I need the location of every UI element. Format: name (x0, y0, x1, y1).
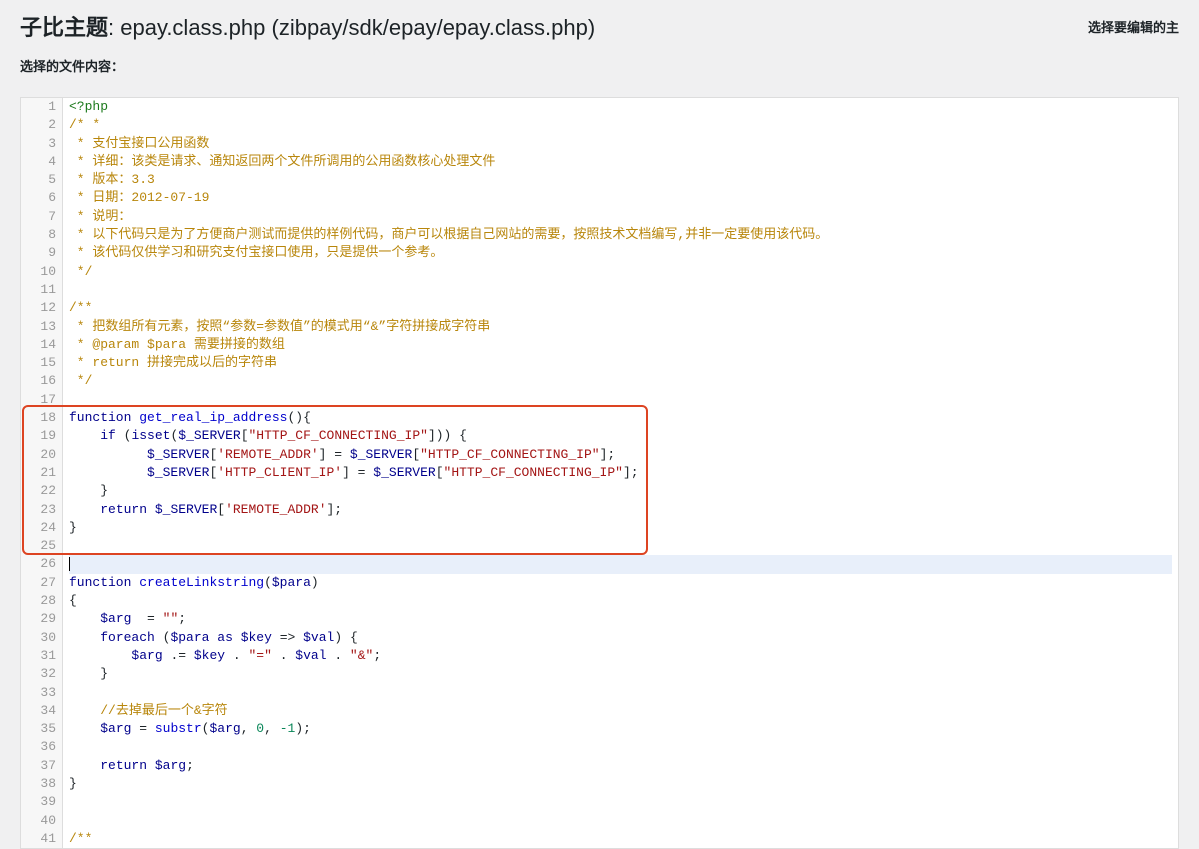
code-line[interactable]: <?php (69, 98, 1172, 116)
code-line[interactable] (69, 793, 1172, 811)
code-line[interactable]: $_SERVER['REMOTE_ADDR'] = $_SERVER["HTTP… (69, 446, 1172, 464)
code-line[interactable]: */ (69, 372, 1172, 390)
code-line[interactable]: * return 拼接完成以后的字符串 (69, 354, 1172, 372)
code-line[interactable] (69, 555, 1172, 573)
code-line[interactable]: $arg .= $key . "=" . $val . "&"; (69, 647, 1172, 665)
select-theme-label: 选择要编辑的主 (1088, 17, 1179, 36)
line-number: 15 (21, 354, 62, 372)
line-number: 26 (21, 555, 62, 573)
code-line[interactable]: $arg = substr($arg, 0, -1); (69, 720, 1172, 738)
line-number: 17 (21, 391, 62, 409)
line-number: 5 (21, 171, 62, 189)
line-number: 24 (21, 519, 62, 537)
code-line[interactable]: function get_real_ip_address(){ (69, 409, 1172, 427)
line-number: 18 (21, 409, 62, 427)
line-number: 22 (21, 482, 62, 500)
code-line[interactable]: * @param $para 需要拼接的数组 (69, 336, 1172, 354)
line-number: 12 (21, 299, 62, 317)
line-number: 34 (21, 702, 62, 720)
text-cursor (69, 557, 70, 571)
code-line[interactable]: * 以下代码只是为了方便商户测试而提供的样例代码，商户可以根据自己网站的需要，按… (69, 226, 1172, 244)
code-area[interactable]: <?php/* * * 支付宝接口公用函数 * 详细：该类是请求、通知返回两个文… (63, 98, 1178, 848)
code-line[interactable]: * 日期：2012-07-19 (69, 189, 1172, 207)
code-line[interactable] (69, 738, 1172, 756)
line-number: 1 (21, 98, 62, 116)
code-line[interactable]: return $arg; (69, 757, 1172, 775)
code-line[interactable]: } (69, 775, 1172, 793)
line-number: 13 (21, 318, 62, 336)
line-number: 35 (21, 720, 62, 738)
code-line[interactable]: return $_SERVER['REMOTE_ADDR']; (69, 501, 1172, 519)
line-number: 25 (21, 537, 62, 555)
code-line[interactable]: function createLinkstring($para) (69, 574, 1172, 592)
code-line[interactable]: { (69, 592, 1172, 610)
code-line[interactable]: /* * (69, 116, 1172, 134)
line-number: 32 (21, 665, 62, 683)
code-line[interactable]: } (69, 519, 1172, 537)
code-line[interactable]: * 支付宝接口公用函数 (69, 135, 1172, 153)
line-number: 30 (21, 629, 62, 647)
line-number: 16 (21, 372, 62, 390)
code-line[interactable]: */ (69, 263, 1172, 281)
line-number: 37 (21, 757, 62, 775)
line-number: 27 (21, 574, 62, 592)
line-number: 2 (21, 116, 62, 134)
line-number: 33 (21, 684, 62, 702)
line-number: 29 (21, 610, 62, 628)
code-line[interactable]: foreach ($para as $key => $val) { (69, 629, 1172, 647)
editor-header: 子比主题: epay.class.php (zibpay/sdk/epay/ep… (0, 0, 1199, 83)
line-number: 41 (21, 830, 62, 848)
code-line[interactable] (69, 537, 1172, 555)
code-line[interactable]: //去掉最后一个&字符 (69, 702, 1172, 720)
line-gutter: 1234567891011121314151617181920212223242… (21, 98, 63, 848)
code-line[interactable]: * 版本：3.3 (69, 171, 1172, 189)
line-number: 40 (21, 812, 62, 830)
code-line[interactable]: $_SERVER['HTTP_CLIENT_IP'] = $_SERVER["H… (69, 464, 1172, 482)
code-line[interactable] (69, 684, 1172, 702)
code-line[interactable] (69, 812, 1172, 830)
code-line[interactable]: } (69, 665, 1172, 683)
line-number: 11 (21, 281, 62, 299)
line-number: 38 (21, 775, 62, 793)
line-number: 28 (21, 592, 62, 610)
page-title: 子比主题: epay.class.php (zibpay/sdk/epay/ep… (20, 10, 595, 42)
line-number: 39 (21, 793, 62, 811)
code-line[interactable]: * 该代码仅供学习和研究支付宝接口使用，只是提供一个参考。 (69, 244, 1172, 262)
code-line[interactable]: * 说明： (69, 208, 1172, 226)
line-number: 8 (21, 226, 62, 244)
line-number: 20 (21, 446, 62, 464)
line-number: 19 (21, 427, 62, 445)
code-line[interactable]: if (isset($_SERVER["HTTP_CF_CONNECTING_I… (69, 427, 1172, 445)
content-label: 选择的文件内容： (20, 56, 1179, 75)
code-line[interactable]: } (69, 482, 1172, 500)
line-number: 14 (21, 336, 62, 354)
line-number: 23 (21, 501, 62, 519)
line-number: 3 (21, 135, 62, 153)
line-number: 6 (21, 189, 62, 207)
line-number: 31 (21, 647, 62, 665)
code-line[interactable]: $arg = ""; (69, 610, 1172, 628)
line-number: 4 (21, 153, 62, 171)
code-editor[interactable]: 1234567891011121314151617181920212223242… (20, 97, 1179, 849)
code-line[interactable]: /** (69, 830, 1172, 848)
line-number: 21 (21, 464, 62, 482)
line-number: 7 (21, 208, 62, 226)
code-line[interactable]: /** (69, 299, 1172, 317)
line-number: 36 (21, 738, 62, 756)
code-line[interactable]: * 把数组所有元素，按照“参数=参数值”的模式用“&”字符拼接成字符串 (69, 318, 1172, 336)
line-number: 10 (21, 263, 62, 281)
line-number: 9 (21, 244, 62, 262)
code-line[interactable]: * 详细：该类是请求、通知返回两个文件所调用的公用函数核心处理文件 (69, 153, 1172, 171)
code-line[interactable] (69, 391, 1172, 409)
code-line[interactable] (69, 281, 1172, 299)
